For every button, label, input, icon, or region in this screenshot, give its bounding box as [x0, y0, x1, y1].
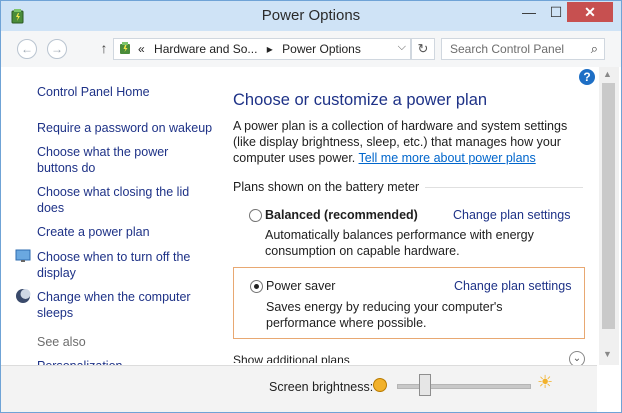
sidebar-item-closing-lid[interactable]: Choose what closing the lid does — [37, 184, 197, 216]
power-options-window: Power Options — ☐ ✕ ← → ↑ « Hardware and… — [0, 0, 622, 413]
brightness-slider-track[interactable] — [397, 384, 531, 389]
brightness-slider-thumb[interactable] — [419, 374, 431, 396]
learn-more-link[interactable]: Tell me more about power plans — [359, 151, 536, 165]
brightness-low-icon — [373, 378, 387, 392]
balanced-change-settings-link[interactable]: Change plan settings — [453, 208, 570, 222]
sidebar-item-power-buttons[interactable]: Choose what the power buttons do — [37, 144, 197, 176]
maximize-button[interactable]: ☐ — [542, 2, 570, 22]
breadcrumb-overflow[interactable]: « — [138, 42, 145, 56]
help-icon[interactable]: ? — [579, 69, 595, 85]
sidebar-item-turn-off-display[interactable]: Choose when to turn off the display — [37, 249, 197, 281]
plans-divider — [425, 187, 583, 188]
sidebar-item-computer-sleeps[interactable]: Change when the computer sleeps — [37, 289, 197, 321]
balanced-plan-description: Automatically balances performance with … — [265, 228, 534, 258]
title-bar: Power Options — ☐ ✕ — [1, 1, 621, 31]
forward-button[interactable]: → — [47, 39, 67, 59]
power-saver-plan-name[interactable]: Power saver — [266, 279, 335, 293]
sidebar-item-create-plan[interactable]: Create a power plan — [37, 224, 150, 240]
chevron-down-icon[interactable]: ⌵ — [398, 41, 406, 54]
refresh-button[interactable]: ↻ — [411, 38, 435, 60]
power-saver-plan-description: Saves energy by reducing your computer's… — [266, 300, 503, 330]
content-area: ? Control Panel Home Require a password … — [1, 67, 621, 412]
display-icon — [15, 249, 31, 262]
plan-balanced: Balanced (recommended) Change plan setti… — [233, 203, 583, 261]
moon-icon — [16, 289, 31, 303]
search-placeholder: Search Control Panel — [450, 42, 565, 56]
control-panel-icon — [120, 42, 130, 54]
plans-header: Plans shown on the battery meter — [233, 180, 420, 194]
up-button[interactable]: ↑ — [95, 39, 113, 57]
scroll-down-icon[interactable]: ▼ — [603, 349, 612, 359]
page-description: A power plan is a collection of hardware… — [233, 118, 593, 166]
vertical-scrollbar[interactable]: ▲ ▼ — [599, 67, 619, 365]
sidebar-item-control-panel-home[interactable]: Control Panel Home — [37, 84, 150, 100]
address-bar[interactable]: « Hardware and So... ▸ Power Options ⌵ — [113, 38, 411, 60]
balanced-plan-name[interactable]: Balanced (recommended) — [265, 208, 418, 222]
breadcrumb-separator[interactable]: ▸ — [267, 42, 273, 56]
see-also-heading: See also — [37, 335, 86, 349]
power-saver-change-settings-link[interactable]: Change plan settings — [454, 279, 571, 293]
balanced-radio[interactable] — [249, 209, 262, 222]
brightness-bar: Screen brightness: ☀ — [1, 365, 597, 412]
breadcrumb-power-options[interactable]: Power Options — [282, 42, 361, 56]
power-saver-radio[interactable] — [250, 280, 263, 293]
sidebar-item-require-password[interactable]: Require a password on wakeup — [37, 120, 212, 136]
close-button[interactable]: ✕ — [567, 2, 613, 22]
page-title: Choose or customize a power plan — [233, 91, 488, 109]
navigation-bar: ← → ↑ « Hardware and So... ▸ Power Optio… — [1, 31, 621, 68]
brightness-label: Screen brightness: — [269, 380, 374, 394]
breadcrumb-hardware[interactable]: Hardware and So... — [154, 42, 257, 56]
minimize-button[interactable]: — — [515, 2, 543, 22]
search-icon[interactable]: ⌕ — [591, 41, 598, 57]
brightness-high-icon: ☀ — [537, 372, 554, 392]
scroll-up-icon[interactable]: ▲ — [603, 69, 612, 79]
scroll-thumb[interactable] — [602, 83, 615, 329]
show-additional-plans[interactable]: Show additional plans — [233, 353, 350, 363]
plan-power-saver: Power saver Change plan settings Saves e… — [233, 267, 585, 339]
search-input[interactable]: Search Control Panel ⌕ — [441, 38, 605, 60]
back-button[interactable]: ← — [17, 39, 37, 59]
breadcrumb: « Hardware and So... ▸ Power Options — [138, 42, 367, 56]
